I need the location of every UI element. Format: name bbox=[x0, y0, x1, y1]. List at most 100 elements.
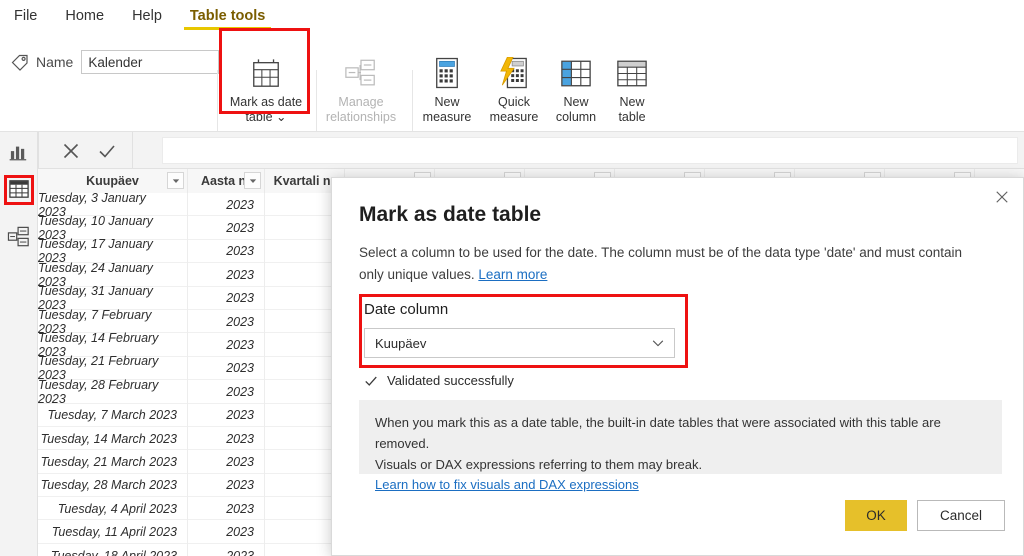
power-bi-window: File Home Help Table tools Name Structur… bbox=[0, 0, 1024, 556]
dialog-description: Select a column to be used for the date.… bbox=[359, 242, 969, 286]
table-cell[interactable]: 2023 bbox=[188, 450, 265, 474]
table-cell[interactable]: 2023 bbox=[188, 263, 265, 287]
table-cell[interactable]: Tuesday, 4 April 2023 bbox=[38, 497, 188, 521]
dialog-actions: OK Cancel bbox=[845, 500, 1005, 531]
tab-home-label: Home bbox=[65, 8, 105, 24]
tag-icon bbox=[10, 52, 30, 72]
mark-as-date-table-button[interactable]: Mark as date table ⌄ bbox=[226, 54, 306, 125]
table-cell[interactable]: Tuesday, 10 January 2023 bbox=[38, 214, 188, 242]
table-cell[interactable]: 2023 bbox=[188, 239, 265, 264]
tab-home[interactable]: Home bbox=[51, 0, 118, 32]
new-measure-label: New measure bbox=[422, 95, 472, 124]
table-cell[interactable]: Tuesday, 7 March 2023 bbox=[38, 403, 188, 427]
report-view-button[interactable] bbox=[5, 140, 33, 168]
table-cell[interactable]: 2023 bbox=[188, 216, 265, 240]
fix-visuals-link[interactable]: Learn how to fix visuals and DAX express… bbox=[375, 477, 639, 492]
quick-measure-button[interactable]: Quick measure bbox=[482, 54, 546, 125]
table-cell[interactable]: 2023 bbox=[188, 309, 265, 334]
table-cell[interactable]: Tuesday, 28 February 2023 bbox=[38, 378, 188, 406]
tab-help[interactable]: Help bbox=[118, 0, 176, 32]
accept-edit-icon[interactable] bbox=[96, 140, 118, 162]
manage-relationships-button: Manage relationships bbox=[322, 54, 400, 125]
check-icon bbox=[364, 374, 378, 388]
new-column-button[interactable]: New column bbox=[548, 54, 604, 125]
table-cell[interactable]: Tuesday, 18 April 2023 bbox=[38, 543, 188, 556]
tab-file-label: File bbox=[14, 8, 38, 24]
table-cell[interactable]: 2023 bbox=[188, 497, 265, 521]
table-cell[interactable]: Tuesday, 31 January 2023 bbox=[38, 284, 188, 312]
info-line-2: Visuals or DAX expressions referring to … bbox=[375, 456, 703, 472]
table-cell[interactable]: Tuesday, 3 January 2023 bbox=[38, 191, 188, 219]
chevron-down-icon[interactable] bbox=[244, 172, 261, 189]
column-header-aasta-nr[interactable]: Aasta nr bbox=[188, 169, 265, 193]
table-cell[interactable]: 2023 bbox=[188, 473, 265, 498]
calendar-icon bbox=[250, 54, 282, 92]
formula-bar-divider-right bbox=[132, 132, 133, 169]
mark-as-date-table-label: Mark as date table ⌄ bbox=[229, 95, 303, 124]
new-table-icon bbox=[616, 54, 648, 92]
tab-help-label: Help bbox=[132, 8, 162, 24]
table-cell[interactable]: Tuesday, 14 February 2023 bbox=[38, 331, 188, 359]
report-view-icon bbox=[9, 143, 29, 166]
table-name-row: Name bbox=[10, 50, 220, 74]
table-cell[interactable]: 2023 bbox=[188, 356, 265, 381]
table-cell[interactable]: 2023 bbox=[188, 193, 265, 217]
relationships-icon bbox=[344, 54, 378, 92]
data-view-button[interactable] bbox=[5, 177, 33, 205]
new-table-label: New table bbox=[618, 95, 646, 124]
column-header-kuupaev-label: Kuupäev bbox=[86, 174, 139, 188]
ok-button[interactable]: OK bbox=[845, 500, 907, 531]
dialog-info-box: When you mark this as a date table, the … bbox=[359, 400, 1002, 492]
column-header-kuupaev[interactable]: Kuupäev bbox=[38, 169, 188, 193]
table-cell[interactable]: 2023 bbox=[188, 403, 265, 427]
new-table-button[interactable]: New table bbox=[606, 54, 658, 125]
mark-as-date-table-dialog: Mark as date table Select a column to be… bbox=[331, 177, 1024, 556]
table-cell[interactable]: 2023 bbox=[188, 333, 265, 357]
close-icon[interactable] bbox=[985, 182, 1019, 212]
model-view-button[interactable] bbox=[5, 225, 33, 253]
model-view-icon bbox=[7, 226, 31, 253]
tab-file[interactable]: File bbox=[0, 0, 51, 32]
table-cell[interactable]: Tuesday, 11 April 2023 bbox=[38, 520, 188, 544]
quick-measure-icon bbox=[499, 54, 529, 92]
learn-more-link[interactable]: Learn more bbox=[478, 267, 547, 282]
date-column-label: Date column bbox=[364, 301, 449, 318]
table-cell[interactable]: Tuesday, 24 January 2023 bbox=[38, 261, 188, 289]
chevron-down-icon bbox=[651, 336, 665, 350]
dialog-title: Mark as date table bbox=[359, 203, 542, 226]
table-cell[interactable]: 2023 bbox=[188, 426, 265, 451]
table-name-label: Name bbox=[36, 54, 74, 70]
table-cell[interactable]: Tuesday, 14 March 2023 bbox=[38, 426, 188, 451]
table-cell[interactable]: 2023 bbox=[188, 380, 265, 404]
column-header-kvartali-nr-label: Kvartali nr bbox=[273, 174, 336, 188]
table-cell[interactable]: 2023 bbox=[188, 286, 265, 310]
cancel-button[interactable]: Cancel bbox=[917, 500, 1005, 531]
tab-table-tools[interactable]: Table tools bbox=[176, 0, 279, 32]
dialog-description-text: Select a column to be used for the date.… bbox=[359, 245, 963, 282]
table-cell[interactable]: Tuesday, 17 January 2023 bbox=[38, 237, 188, 265]
ribbon-tabbar: File Home Help Table tools bbox=[0, 0, 1024, 32]
formula-bar-divider-left bbox=[38, 132, 39, 169]
date-column-selected-value: Kuupäev bbox=[375, 335, 427, 351]
validation-status: Validated successfully bbox=[364, 373, 514, 388]
quick-measure-label: Quick measure bbox=[489, 95, 539, 124]
table-cell[interactable]: Tuesday, 28 March 2023 bbox=[38, 473, 188, 498]
table-cell[interactable]: Tuesday, 21 March 2023 bbox=[38, 450, 188, 474]
ribbon: Name Structure Mark as date table ⌄ Cale… bbox=[0, 32, 1024, 162]
tab-table-tools-label: Table tools bbox=[189, 8, 266, 24]
formula-input[interactable] bbox=[162, 137, 1018, 164]
cancel-edit-icon[interactable] bbox=[60, 140, 82, 162]
table-cell[interactable]: 2023 bbox=[188, 520, 265, 544]
formula-bar bbox=[38, 132, 1024, 169]
table-cell[interactable]: 2023 bbox=[188, 543, 265, 556]
new-column-label: New column bbox=[555, 95, 597, 124]
table-cell[interactable]: Tuesday, 7 February 2023 bbox=[38, 308, 188, 336]
date-column-select[interactable]: Kuupäev bbox=[364, 328, 675, 358]
chevron-down-icon[interactable] bbox=[167, 172, 184, 189]
view-rail bbox=[0, 132, 38, 556]
table-name-input[interactable] bbox=[81, 50, 220, 74]
new-measure-button[interactable]: New measure bbox=[416, 54, 478, 125]
new-column-icon bbox=[560, 54, 592, 92]
table-cell[interactable]: Tuesday, 21 February 2023 bbox=[38, 354, 188, 382]
data-table-icon bbox=[8, 179, 30, 204]
